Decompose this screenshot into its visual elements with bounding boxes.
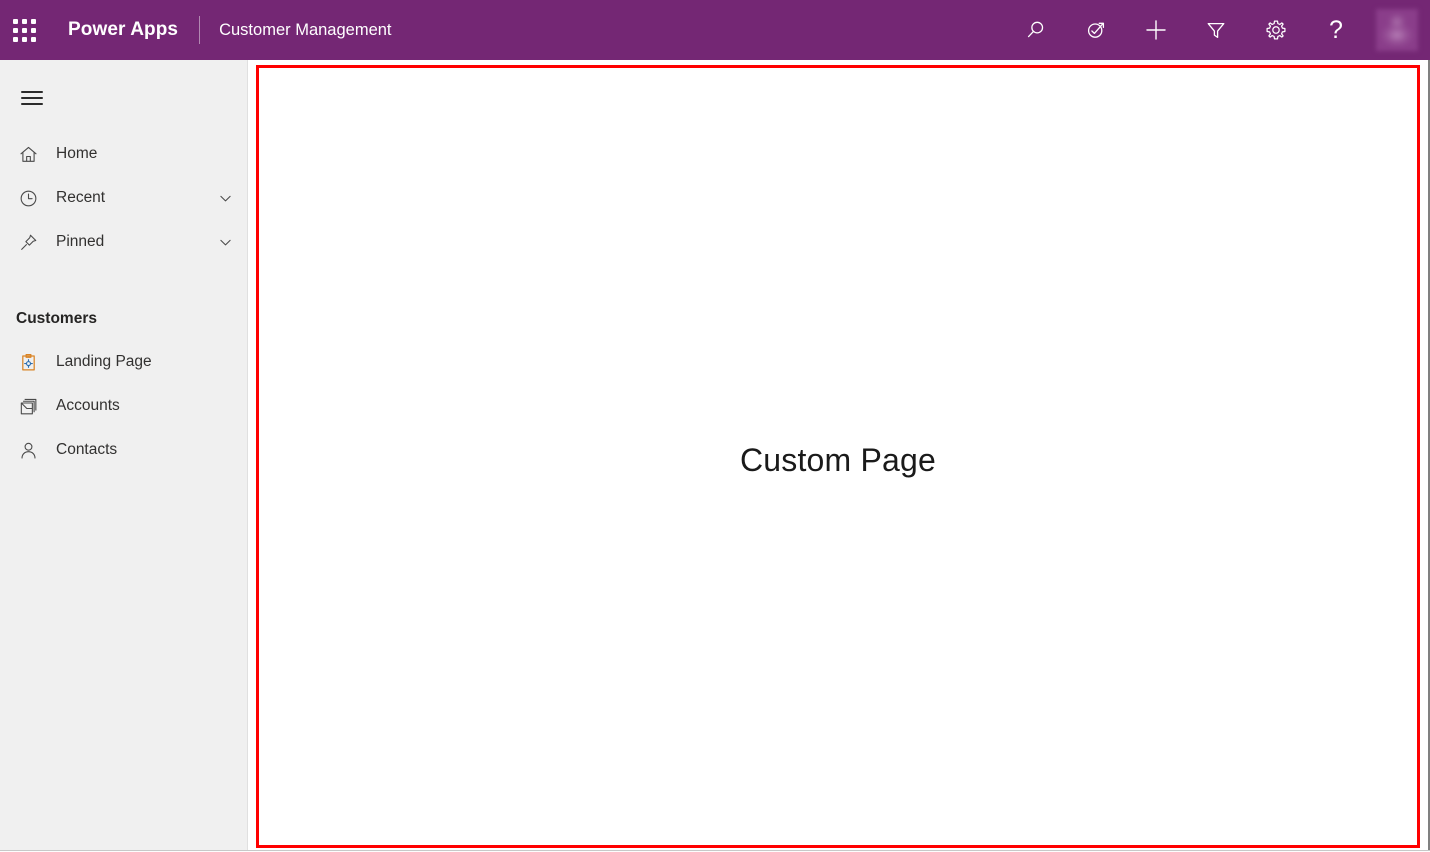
search-icon: [1024, 18, 1048, 42]
custom-page-highlight-region: Custom Page: [256, 65, 1420, 848]
contact-person-icon: [16, 438, 40, 462]
header-action-group: ?: [1006, 0, 1430, 60]
sidebar-item-landing-page[interactable]: Landing Page: [0, 340, 247, 384]
sidebar-group-header: Customers: [0, 310, 247, 328]
main-content-area: Custom Page: [249, 60, 1430, 850]
left-sidebar: Home Recent: [0, 60, 248, 850]
app-name-label: Customer Management: [219, 21, 391, 40]
circle-arrow-icon: [1084, 18, 1108, 42]
app-launcher-button[interactable]: [0, 0, 48, 60]
settings-button[interactable]: [1256, 6, 1296, 54]
gear-icon: [1264, 18, 1288, 42]
sidebar-group-nav: Landing Page Accounts: [0, 340, 247, 472]
plus-icon: [1143, 17, 1169, 43]
app-launcher-grid-icon: [13, 19, 36, 42]
sidebar-item-label: Landing Page: [56, 353, 235, 371]
question-mark-icon: ?: [1329, 18, 1343, 43]
brand-title[interactable]: Power Apps: [68, 19, 178, 41]
pin-icon: [16, 230, 40, 254]
header-divider: [199, 16, 200, 44]
sidebar-primary-nav: Home Recent: [0, 132, 247, 264]
search-button[interactable]: [1016, 6, 1056, 54]
filter-funnel-icon: [1204, 18, 1228, 42]
sidebar-item-label: Pinned: [56, 233, 215, 251]
accounts-icon: [16, 394, 40, 418]
user-avatar[interactable]: [1376, 9, 1418, 51]
sidebar-item-label: Recent: [56, 189, 215, 207]
sidebar-item-label: Contacts: [56, 441, 235, 459]
filter-button[interactable]: [1196, 6, 1236, 54]
hamburger-menu-icon: [21, 87, 43, 109]
sidebar-item-label: Accounts: [56, 397, 235, 415]
chevron-down-icon[interactable]: [215, 188, 235, 208]
home-icon: [16, 142, 40, 166]
quick-create-button[interactable]: [1136, 6, 1176, 54]
custom-page-icon: [16, 350, 40, 374]
sidebar-item-contacts[interactable]: Contacts: [0, 428, 247, 472]
chevron-down-icon[interactable]: [215, 232, 235, 252]
assistant-button[interactable]: [1076, 6, 1116, 54]
sidebar-item-home[interactable]: Home: [0, 132, 247, 176]
clock-icon: [16, 186, 40, 210]
help-button[interactable]: ?: [1316, 6, 1356, 54]
page-title: Custom Page: [259, 442, 1417, 479]
top-header-bar: Power Apps Customer Management: [0, 0, 1430, 60]
power-apps-window: Power Apps Customer Management: [0, 0, 1430, 852]
sidebar-collapse-button[interactable]: [8, 74, 56, 122]
sidebar-item-recent[interactable]: Recent: [0, 176, 247, 220]
sidebar-item-label: Home: [56, 145, 235, 163]
sidebar-item-pinned[interactable]: Pinned: [0, 220, 247, 264]
sidebar-item-accounts[interactable]: Accounts: [0, 384, 247, 428]
